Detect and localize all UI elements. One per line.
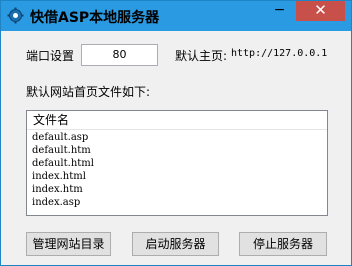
minimize-icon[interactable]: −	[266, 2, 293, 21]
default-files-list[interactable]: 文件名 default.asp default.htm default.html…	[26, 110, 328, 216]
homepage-label: 默认主页:	[175, 49, 228, 63]
list-item[interactable]: index.html	[32, 170, 94, 183]
filename-column-header[interactable]: 文件名	[27, 111, 327, 130]
list-item[interactable]: index.htm	[32, 183, 94, 196]
list-item[interactable]: default.asp	[32, 131, 94, 144]
app-window: 快借ASP本地服务器 − ✕ 端口设置 80 默认主页: http://127.…	[0, 0, 352, 266]
list-item[interactable]: default.html	[32, 157, 94, 170]
homepage-url: http://127.0.0.1	[231, 48, 328, 59]
stop-server-button[interactable]: 停止服务器	[239, 232, 327, 256]
title-bar[interactable]: 快借ASP本地服务器 − ✕	[1, 1, 351, 31]
list-item[interactable]: index.asp	[32, 196, 94, 209]
window-title: 快借ASP本地服务器	[30, 10, 160, 26]
list-item[interactable]: default.htm	[32, 144, 94, 157]
gear-icon	[7, 7, 24, 24]
start-server-button[interactable]: 启动服务器	[132, 232, 219, 256]
default-files-label: 默认网站首页文件如下:	[26, 85, 151, 99]
manage-directory-button[interactable]: 管理网站目录	[26, 232, 111, 256]
close-icon[interactable]: ✕	[296, 1, 345, 21]
port-input[interactable]: 80	[81, 44, 158, 66]
port-label: 端口设置	[26, 49, 75, 63]
